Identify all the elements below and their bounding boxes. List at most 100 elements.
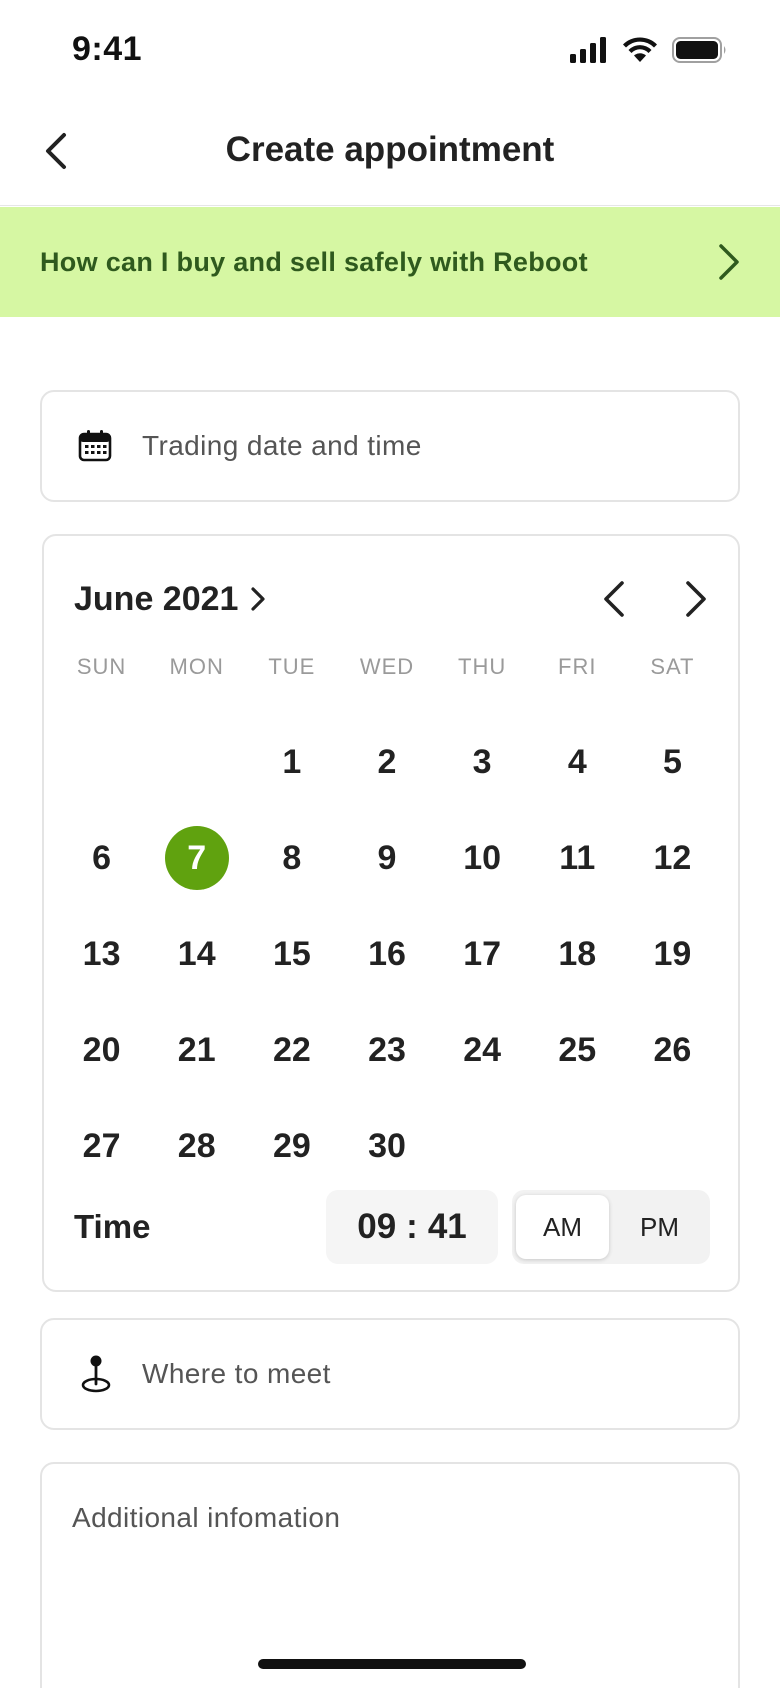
day-number: 3 — [472, 742, 492, 781]
chevron-right-icon — [251, 587, 266, 611]
day-number: 24 — [463, 1030, 502, 1069]
day-cell[interactable]: 24 — [435, 1002, 530, 1098]
day-cell[interactable]: 21 — [149, 1002, 244, 1098]
day-number: 10 — [463, 838, 502, 877]
month-selector[interactable]: June 2021 — [74, 580, 266, 619]
day-number: 18 — [558, 934, 597, 973]
day-number: 30 — [368, 1126, 406, 1165]
day-cell[interactable]: 9 — [339, 810, 434, 906]
time-input[interactable]: 09 : 41 — [326, 1190, 498, 1264]
banner-text: How can I buy and sell safely with Reboo… — [40, 246, 588, 277]
day-number: 1 — [282, 742, 302, 781]
time-minute: 41 — [427, 1207, 467, 1246]
day-number: 21 — [177, 1030, 216, 1069]
status-time: 9:41 — [72, 30, 143, 68]
day-number: 22 — [272, 1030, 311, 1069]
status-bar: 9:41 — [0, 0, 780, 100]
day-cell[interactable]: 4 — [530, 714, 625, 810]
day-number: 13 — [82, 934, 121, 973]
day-number: 6 — [92, 838, 112, 877]
battery-icon — [672, 36, 726, 63]
previous-month-button[interactable] — [592, 574, 636, 624]
day-cell[interactable]: 30 — [339, 1098, 434, 1194]
cellular-signal-icon — [570, 36, 606, 63]
day-number: 5 — [662, 742, 682, 781]
day-cell[interactable]: 27 — [54, 1098, 149, 1194]
day-cell[interactable]: 26 — [625, 1002, 720, 1098]
calendar: June 2021 SUN MON TUE WED THU FRI SAT 12345678… — [42, 534, 740, 1292]
meeting-place-field[interactable]: Where to meet — [40, 1318, 740, 1430]
day-cell[interactable]: 17 — [435, 906, 530, 1002]
day-number: 12 — [653, 838, 692, 877]
day-cell[interactable]: 5 — [625, 714, 720, 810]
weekday-label: MON — [169, 654, 224, 679]
wifi-icon — [623, 37, 657, 62]
day-number: 25 — [558, 1030, 597, 1069]
day-cell[interactable]: 18 — [530, 906, 625, 1002]
day-cell[interactable]: 10 — [435, 810, 530, 906]
day-number: 27 — [82, 1126, 121, 1165]
chevron-right-icon — [714, 242, 744, 282]
day-number: 2 — [377, 742, 397, 781]
weekday-label: SUN — [76, 654, 127, 679]
day-cell[interactable]: 3 — [435, 714, 530, 810]
weekday-label: FRI — [558, 654, 597, 679]
day-cell[interactable]: 11 — [530, 810, 625, 906]
day-cell[interactable]: 1 — [244, 714, 339, 810]
page-title: Create appointment — [225, 130, 555, 169]
day-cell[interactable]: 12 — [625, 810, 720, 906]
day-cell[interactable]: 6 — [54, 810, 149, 906]
weekday-label: WED — [359, 654, 415, 679]
weekday-label: SAT — [650, 654, 695, 679]
am-button[interactable]: AM — [516, 1195, 609, 1259]
calendar-header: June 2021 — [74, 574, 718, 624]
day-cell[interactable]: 22 — [244, 1002, 339, 1098]
day-grid: 1 2 3 4 5 6 7 8 9 10 11 12 13 14 15 16 17 18 19 20 21 22 23 24 2… — [54, 714, 720, 1194]
day-blank — [149, 714, 244, 810]
additional-info-field[interactable]: Additional infomation — [40, 1462, 740, 1688]
day-cell[interactable]: 8 — [244, 810, 339, 906]
trading-date-placeholder: Trading date and time — [142, 430, 422, 461]
calendar-icon — [78, 430, 112, 462]
day-cell[interactable]: 19 — [625, 906, 720, 1002]
day-number: 23 — [368, 1030, 406, 1069]
day-number: 14 — [177, 934, 216, 973]
time-row: Time 09 : 41 AM PM — [74, 1190, 710, 1264]
trading-date-field[interactable]: Trading date and time — [40, 390, 740, 502]
weekday-label: TUE — [268, 654, 316, 679]
safety-banner[interactable]: How can I buy and sell safely with Reboo… — [0, 207, 780, 317]
day-cell[interactable]: 25 — [530, 1002, 625, 1098]
weekday-label: THU — [458, 654, 507, 679]
am-pm-toggle: AM PM — [512, 1190, 710, 1264]
day-cell-selected[interactable]: 7 — [149, 810, 244, 906]
time-hour: 09 — [357, 1207, 397, 1246]
location-pin-icon — [81, 1355, 111, 1393]
day-number: 17 — [463, 934, 502, 973]
chevron-right-icon — [686, 581, 706, 617]
day-cell[interactable]: 14 — [149, 906, 244, 1002]
day-blank — [54, 714, 149, 810]
day-number: 29 — [272, 1126, 311, 1165]
day-cell[interactable]: 23 — [339, 1002, 434, 1098]
day-number: 8 — [282, 838, 302, 877]
day-number: 15 — [272, 934, 311, 973]
additional-info-placeholder: Additional infomation — [72, 1502, 341, 1533]
next-month-button[interactable] — [674, 574, 718, 624]
day-cell[interactable]: 16 — [339, 906, 434, 1002]
pm-button[interactable]: PM — [613, 1195, 706, 1259]
day-number: 9 — [377, 838, 397, 877]
chevron-left-icon — [604, 581, 624, 617]
day-cell[interactable]: 2 — [339, 714, 434, 810]
day-cell[interactable]: 29 — [244, 1098, 339, 1194]
day-number: 4 — [567, 742, 587, 781]
status-icons — [570, 36, 728, 63]
day-number: 7 — [164, 826, 229, 890]
day-cell[interactable]: 15 — [244, 906, 339, 1002]
day-number: 26 — [653, 1030, 692, 1069]
day-number: 28 — [177, 1126, 216, 1165]
day-number: 11 — [559, 838, 596, 877]
day-cell[interactable]: 13 — [54, 906, 149, 1002]
day-cell[interactable]: 28 — [149, 1098, 244, 1194]
day-cell[interactable]: 20 — [54, 1002, 149, 1098]
weekday-header: SUN MON TUE WED THU FRI SAT — [54, 654, 720, 680]
